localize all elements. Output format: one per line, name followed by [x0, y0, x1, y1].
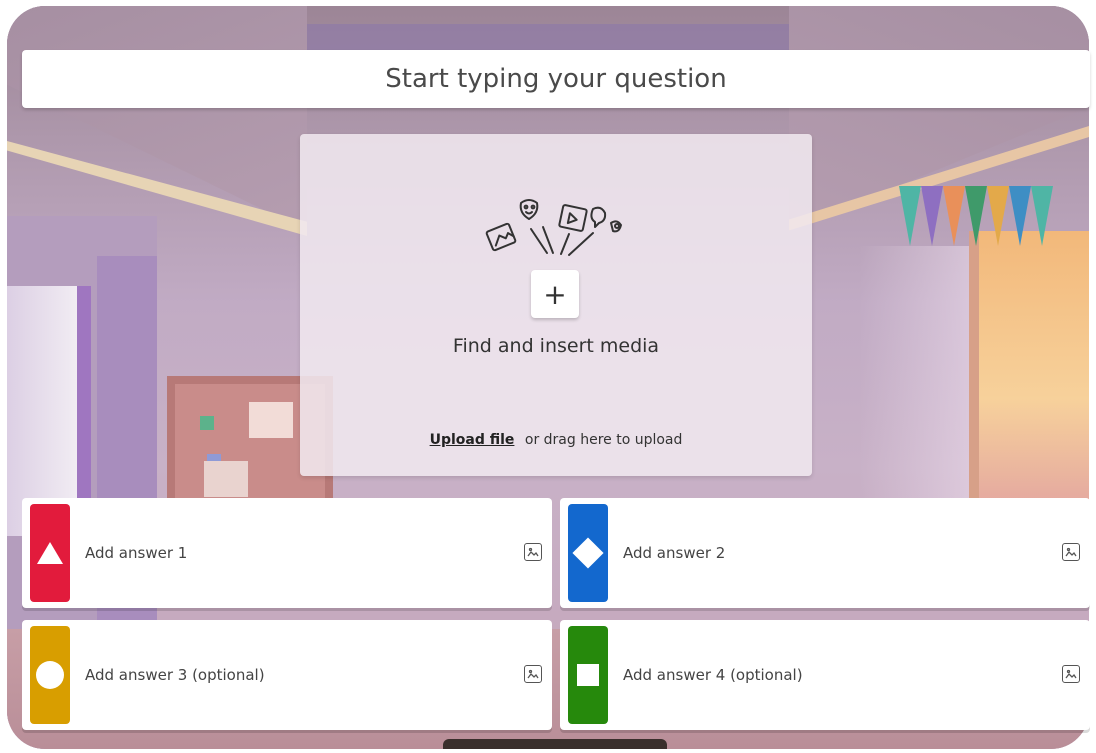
- circle-icon: [36, 661, 64, 689]
- bunting-decoration: [899, 186, 1069, 306]
- answer-badge-green: [568, 626, 608, 724]
- media-drop-zone[interactable]: + Find and insert media Upload file or d…: [300, 134, 812, 476]
- answer-label: Add answer 3 (optional): [85, 666, 265, 684]
- answer-badge-red: [30, 504, 70, 602]
- plus-icon: +: [543, 277, 567, 311]
- upload-hint: or drag here to upload: [524, 432, 683, 448]
- answer-option-2[interactable]: Add answer 2: [560, 498, 1090, 608]
- upload-row: Upload file or drag here to upload: [300, 432, 812, 448]
- answer-option-3[interactable]: Add answer 3 (optional): [22, 620, 552, 730]
- triangle-icon: [37, 542, 63, 564]
- answer-label: Add answer 1: [85, 544, 188, 562]
- insert-media-button[interactable]: +: [531, 270, 579, 318]
- answer-option-1[interactable]: Add answer 1: [22, 498, 552, 608]
- answer-badge-yellow: [30, 626, 70, 724]
- diamond-icon: [572, 537, 604, 569]
- media-title: Find and insert media: [452, 335, 660, 357]
- answer-badge-blue: [568, 504, 608, 602]
- media-collage-icon: [483, 189, 633, 269]
- add-image-icon[interactable]: [1062, 665, 1080, 683]
- answer-option-4[interactable]: Add answer 4 (optional): [560, 620, 1090, 730]
- square-icon: [577, 664, 599, 686]
- add-image-icon[interactable]: [1062, 543, 1080, 561]
- upload-file-link[interactable]: Upload file: [430, 432, 515, 448]
- add-image-icon[interactable]: [524, 665, 542, 683]
- answer-label: Add answer 4 (optional): [623, 666, 803, 684]
- question-input[interactable]: Start typing your question: [22, 50, 1090, 108]
- question-placeholder: Start typing your question: [385, 64, 727, 94]
- answer-label: Add answer 2: [623, 544, 726, 562]
- add-image-icon[interactable]: [524, 543, 542, 561]
